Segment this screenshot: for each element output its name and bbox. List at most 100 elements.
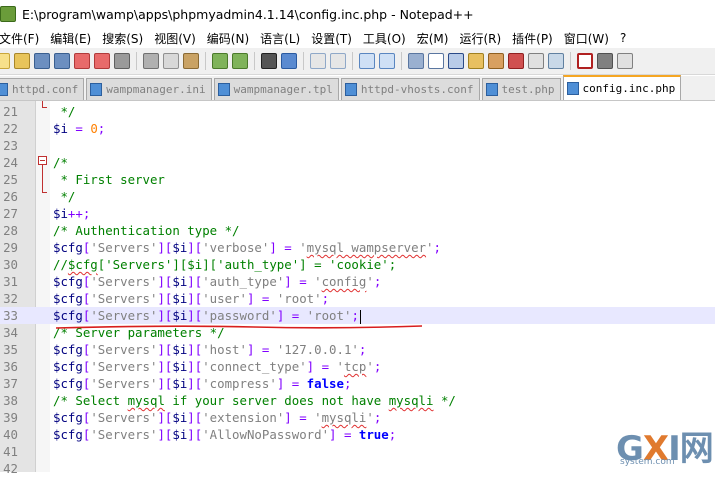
menu-bar: 文件(F) 编辑(E) 搜索(S) 视图(V) 编码(N) 语言(L) 设置(T… [0, 28, 715, 48]
code-line[interactable]: 41 [0, 443, 715, 460]
menu-search[interactable]: 搜索(S) [98, 30, 150, 47]
code-token: ][ [157, 376, 173, 391]
menu-view[interactable]: 视图(V) [150, 30, 203, 47]
find-icon[interactable] [261, 53, 277, 69]
code-line[interactable]: 38 /* Select mysql if your server does no… [0, 392, 715, 409]
code-line[interactable]: 33 $cfg['Servers'][$i]['password'] = 'roo… [0, 307, 715, 324]
tab-config-inc-php[interactable]: config.inc.php [562, 75, 682, 100]
tab-wampmanager-ini[interactable]: wampmanager.ini [86, 78, 212, 100]
code-token: 'root' [306, 308, 352, 323]
menu-plugins[interactable]: 插件(P) [508, 30, 560, 47]
code-token: ' [314, 410, 322, 425]
close-icon[interactable] [74, 53, 90, 69]
save-all-icon[interactable] [54, 53, 70, 69]
menu-file[interactable]: 文件(F) [0, 30, 46, 47]
code-line[interactable]: 23 [0, 137, 715, 154]
menu-encoding[interactable]: 编码(N) [203, 30, 256, 47]
zoom-out-icon[interactable] [330, 53, 346, 69]
open-file-icon[interactable] [14, 53, 30, 69]
code-line[interactable]: 42 [0, 460, 715, 477]
tab-httpd-vhosts-conf[interactable]: httpd-vhosts.conf [340, 78, 480, 100]
code-line[interactable]: 27 $i++; [0, 205, 715, 222]
replace-icon[interactable] [281, 53, 297, 69]
code-token: $i [172, 410, 188, 425]
code-token: ] = [284, 410, 315, 425]
tab-label: httpd.conf [12, 83, 79, 96]
code-line[interactable]: 28 /* Authentication type */ [0, 222, 715, 239]
save-icon[interactable] [34, 53, 50, 69]
sync-horizontal-icon[interactable] [379, 53, 395, 69]
function-list-icon[interactable] [508, 53, 524, 69]
code-token: ; [373, 410, 382, 425]
code-line[interactable]: 35 $cfg['Servers'][$i]['host'] = '127.0.0… [0, 341, 715, 358]
line-code: /* Authentication type */ [53, 222, 240, 239]
code-token: ['Servers'][$i]['auth_type'] = 'cookie'; [97, 257, 397, 272]
new-file-icon[interactable] [0, 53, 10, 69]
code-line[interactable]: 29 $cfg['Servers'][$i]['verbose'] = 'mysq… [0, 239, 715, 256]
print-icon[interactable] [114, 53, 130, 69]
folder-workspace-icon[interactable] [528, 53, 544, 69]
line-code: */ [53, 188, 75, 205]
word-wrap-icon[interactable] [408, 53, 424, 69]
code-token: $cfg [53, 274, 83, 289]
doc-map-icon[interactable] [488, 53, 504, 69]
line-number: 31 [3, 274, 18, 289]
tab-test-php[interactable]: test.php [481, 78, 561, 100]
code-line[interactable]: 40 $cfg['Servers'][$i]['AllowNoPassword']… [0, 426, 715, 443]
close-all-icon[interactable] [94, 53, 110, 69]
line-number: 36 [3, 359, 18, 374]
code-token: $i [53, 121, 68, 136]
stop-macro-icon[interactable] [597, 53, 613, 69]
menu-run[interactable]: 运行(R) [455, 30, 508, 47]
code-token: ] = [246, 342, 277, 357]
menu-help[interactable]: ? [616, 31, 633, 45]
file-icon [90, 83, 103, 96]
code-line[interactable]: 32 $cfg['Servers'][$i]['user'] = 'root'; [0, 290, 715, 307]
code-token: ][ [187, 291, 203, 306]
code-editor[interactable]: 21 */22 $i = 0; 23 24/* 25 * First server 26 … [0, 101, 715, 476]
undo-icon[interactable] [212, 53, 228, 69]
toolbar-separator [303, 52, 304, 70]
menu-settings[interactable]: 设置(T) [307, 30, 359, 47]
cut-icon[interactable] [143, 53, 159, 69]
zoom-in-icon[interactable] [310, 53, 326, 69]
record-macro-icon[interactable] [577, 53, 593, 69]
tab-httpd-conf[interactable]: httpd.conf [0, 78, 85, 100]
menu-window[interactable]: 窗口(W) [560, 30, 616, 47]
sync-vertical-icon[interactable] [359, 53, 375, 69]
code-token: 'extension' [202, 410, 285, 425]
code-line[interactable]: 26 */ [0, 188, 715, 205]
monitoring-icon[interactable] [548, 53, 564, 69]
code-token: ' [336, 359, 344, 374]
code-token: true [358, 427, 389, 442]
play-macro-icon[interactable] [617, 53, 633, 69]
code-token: ' [426, 240, 434, 255]
line-code: //$cfg['Servers'][$i]['auth_type'] = 'co… [53, 256, 396, 273]
notepadpp-app-icon[interactable] [0, 6, 16, 22]
paste-icon[interactable] [183, 53, 199, 69]
code-line[interactable]: 36 $cfg['Servers'][$i]['connect_type'] = … [0, 358, 715, 375]
code-line[interactable]: 25 * First server [0, 171, 715, 188]
menu-edit[interactable]: 编辑(E) [46, 30, 98, 47]
code-line[interactable]: 30 //$cfg['Servers'][$i]['auth_type'] = '… [0, 256, 715, 273]
indent-guide-icon[interactable] [448, 53, 464, 69]
file-icon [485, 83, 498, 96]
code-token: 'host' [202, 342, 247, 357]
code-line[interactable]: 39 $cfg['Servers'][$i]['extension'] = 'my… [0, 409, 715, 426]
user-language-icon[interactable] [468, 53, 484, 69]
code-token: ] = [276, 308, 307, 323]
redo-icon[interactable] [232, 53, 248, 69]
code-line[interactable]: 31 $cfg['Servers'][$i]['auth_type'] = 'co… [0, 273, 715, 290]
code-token: 0 [90, 121, 98, 136]
menu-language[interactable]: 语言(L) [256, 30, 307, 47]
menu-macro[interactable]: 宏(M) [413, 30, 456, 47]
menu-tools[interactable]: 工具(O) [359, 30, 413, 47]
show-all-chars-icon[interactable] [428, 53, 444, 69]
code-line[interactable]: 22 $i = 0; [0, 120, 715, 137]
code-line[interactable]: 21 */ [0, 103, 715, 120]
tab-wampmanager-tpl[interactable]: wampmanager.tpl [213, 78, 339, 100]
code-line[interactable]: 37 $cfg['Servers'][$i]['compress'] = fals… [0, 375, 715, 392]
code-line[interactable]: 24 /* [0, 154, 715, 171]
code-token: false [306, 376, 344, 391]
copy-icon[interactable] [163, 53, 179, 69]
